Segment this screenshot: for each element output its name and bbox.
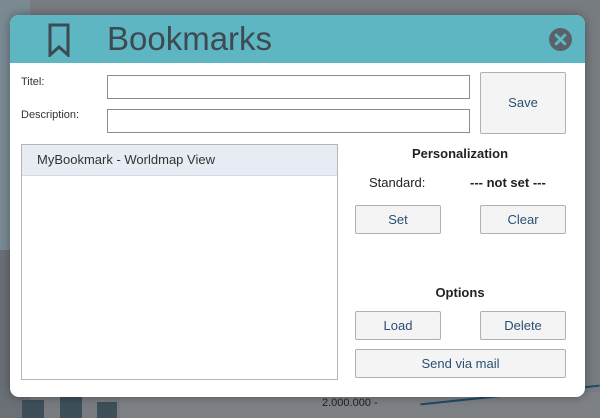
personalization-heading: Personalization bbox=[411, 146, 509, 161]
standard-label: Standard: bbox=[369, 175, 426, 190]
title-input[interactable] bbox=[107, 75, 470, 99]
delete-button[interactable]: Delete bbox=[480, 311, 566, 340]
background-axis-label: 2.000.000 - bbox=[322, 397, 378, 409]
send-via-mail-button[interactable]: Send via mail bbox=[355, 349, 566, 378]
load-button[interactable]: Load bbox=[355, 311, 441, 340]
save-button[interactable]: Save bbox=[480, 72, 566, 134]
dialog-header: Bookmarks bbox=[10, 15, 585, 63]
dialog-title: Bookmarks bbox=[107, 20, 273, 57]
list-item[interactable]: MyBookmark - Worldmap View bbox=[22, 145, 337, 176]
bookmark-icon bbox=[48, 23, 70, 57]
standard-value: --- not set --- bbox=[470, 175, 546, 190]
bookmarks-dialog: Bookmarks Titel: Description: Save MyBoo… bbox=[10, 15, 585, 397]
close-icon[interactable] bbox=[549, 28, 572, 51]
description-label: Description: bbox=[21, 109, 80, 121]
background-bar bbox=[97, 402, 117, 418]
background-bar bbox=[60, 397, 82, 418]
background-bar bbox=[22, 400, 44, 418]
clear-button[interactable]: Clear bbox=[480, 205, 566, 234]
options-heading: Options bbox=[435, 285, 485, 300]
title-label: Titel: bbox=[21, 76, 45, 88]
description-input[interactable] bbox=[107, 109, 470, 133]
bookmark-list[interactable]: MyBookmark - Worldmap View bbox=[21, 144, 338, 380]
set-button[interactable]: Set bbox=[355, 205, 441, 234]
